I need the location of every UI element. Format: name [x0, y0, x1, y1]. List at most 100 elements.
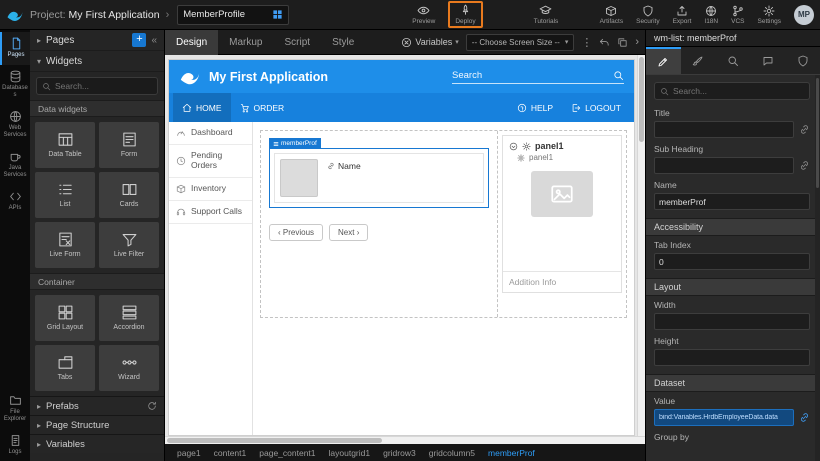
- styles-tab[interactable]: [681, 47, 716, 74]
- sub-heading-input[interactable]: [654, 157, 794, 174]
- panel1-header[interactable]: panel1: [503, 136, 621, 152]
- list-item-template[interactable]: Name: [274, 153, 484, 203]
- breadcrumb-item-gridrow3[interactable]: gridrow3: [383, 448, 416, 458]
- accessibility-section-header[interactable]: Accessibility: [646, 218, 820, 236]
- canvas-vertical-scrollbar[interactable]: [637, 55, 645, 436]
- menu-item-inventory[interactable]: Inventory: [169, 178, 252, 201]
- settings-button[interactable]: Settings: [753, 4, 787, 26]
- rail-item-java-services[interactable]: Java Services: [0, 145, 30, 185]
- breadcrumb-item-memberprof[interactable]: memberProf: [488, 448, 535, 458]
- gear-icon[interactable]: [517, 154, 525, 162]
- copy-icon[interactable]: [617, 37, 628, 48]
- properties-scrollbar[interactable]: [815, 75, 820, 461]
- variables-button[interactable]: Variables ▾: [401, 37, 458, 48]
- image-placeholder[interactable]: [531, 171, 593, 217]
- tab-script[interactable]: Script: [274, 30, 322, 55]
- bind-link-icon[interactable]: [799, 124, 810, 135]
- search-tab[interactable]: [716, 47, 751, 74]
- menu-item-pending-orders[interactable]: Pending Orders: [169, 145, 252, 178]
- properties-tab[interactable]: [646, 47, 681, 74]
- rail-item-file-explorer[interactable]: File Explorer: [0, 389, 30, 429]
- security-button[interactable]: Security: [631, 4, 664, 26]
- page-selector[interactable]: MemberProfile: [177, 5, 289, 25]
- rail-item-web-services[interactable]: Web Services: [0, 105, 30, 145]
- rail-item-databases[interactable]: Databases: [0, 65, 30, 105]
- grid-column-right[interactable]: panel1 panel1: [498, 131, 626, 317]
- widget-tile-accordion[interactable]: Accordion: [99, 295, 159, 341]
- events-tab[interactable]: [750, 47, 785, 74]
- layout-section-header[interactable]: Layout: [646, 278, 820, 296]
- tab-markup[interactable]: Markup: [218, 30, 273, 55]
- list-item-name[interactable]: Name: [327, 161, 361, 171]
- rail-item-logs[interactable]: Logs: [0, 429, 30, 461]
- widgets-section-header[interactable]: ▾ Widgets: [30, 51, 164, 72]
- rail-item-apis[interactable]: APIs: [0, 185, 30, 218]
- widget-tile-grid-layout[interactable]: Grid Layout: [35, 295, 95, 341]
- nav-item-logout[interactable]: LOGOUT: [562, 93, 630, 122]
- height-input[interactable]: [654, 349, 810, 366]
- add-page-button[interactable]: +: [132, 33, 146, 47]
- breadcrumb-item-content1[interactable]: content1: [214, 448, 247, 458]
- breadcrumb-item-layoutgrid1[interactable]: layoutgrid1: [329, 448, 371, 458]
- properties-search-input[interactable]: [673, 86, 804, 96]
- bind-link-icon[interactable]: [799, 412, 810, 423]
- widget-tile-wizard[interactable]: Wizard: [99, 345, 159, 391]
- member-list-widget[interactable]: memberProf Name: [269, 148, 489, 208]
- vcs-button[interactable]: VCS: [726, 4, 749, 26]
- tab-index-input[interactable]: [654, 253, 810, 270]
- variables-section-header[interactable]: ▸ Variables: [30, 434, 164, 453]
- name-input[interactable]: [654, 193, 810, 210]
- widget-tile-live-filter[interactable]: Live Filter: [99, 222, 159, 268]
- widget-tile-form[interactable]: Form: [99, 122, 159, 168]
- more-options-icon[interactable]: ⋮: [581, 36, 592, 49]
- user-avatar[interactable]: MP: [794, 5, 814, 25]
- title-input[interactable]: [654, 121, 794, 138]
- breadcrumb-item-page1[interactable]: page1: [177, 448, 201, 458]
- export-button[interactable]: Export: [668, 4, 697, 26]
- breadcrumb-item-gridcolumn5[interactable]: gridcolumn5: [429, 448, 475, 458]
- rail-item-pages[interactable]: Pages: [0, 32, 30, 65]
- tutorials-button[interactable]: Tutorials: [529, 3, 564, 26]
- widget-tile-cards[interactable]: Cards: [99, 172, 159, 218]
- widget-tile-live-form[interactable]: Live Form: [35, 222, 95, 268]
- page-structure-section-header[interactable]: ▸ Page Structure: [30, 415, 164, 434]
- screen-size-dropdown[interactable]: -- Choose Screen Size -- ▾: [466, 34, 575, 51]
- widget-tile-data-table[interactable]: Data Table: [35, 122, 95, 168]
- widget-tile-list[interactable]: List: [35, 172, 95, 218]
- panel1-widget[interactable]: panel1 panel1: [502, 135, 622, 293]
- width-input[interactable]: [654, 313, 810, 330]
- preview-button[interactable]: Preview: [407, 3, 440, 26]
- menu-item-support-calls[interactable]: Support Calls: [169, 201, 252, 224]
- menu-item-dashboard[interactable]: Dashboard: [169, 122, 252, 145]
- collapse-panel-icon[interactable]: «: [151, 35, 157, 46]
- deploy-button[interactable]: Deploy: [450, 3, 480, 26]
- tab-style[interactable]: Style: [321, 30, 365, 55]
- i18n-button[interactable]: I18N: [699, 4, 723, 26]
- undo-icon[interactable]: [599, 37, 610, 48]
- prefabs-section-header[interactable]: ▸ Prefabs: [30, 396, 164, 415]
- gear-icon[interactable]: [522, 142, 531, 151]
- panel1-subheader[interactable]: panel1: [503, 152, 621, 165]
- nav-item-help[interactable]: HELP: [508, 93, 562, 122]
- dataset-section-header[interactable]: Dataset: [646, 374, 820, 392]
- breadcrumb-item-page-content1[interactable]: page_content1: [259, 448, 315, 458]
- app-search[interactable]: Search: [452, 70, 624, 84]
- security-tab[interactable]: [785, 47, 820, 74]
- widget-search-input[interactable]: [55, 81, 152, 91]
- grid-column-left[interactable]: memberProf Name: [261, 131, 498, 317]
- pages-section-header[interactable]: ▸ Pages + «: [30, 30, 164, 51]
- tab-design[interactable]: Design: [165, 30, 218, 55]
- selected-widget-tag[interactable]: memberProf: [269, 138, 321, 149]
- nav-item-order[interactable]: ORDER: [231, 93, 294, 122]
- refresh-icon[interactable]: [147, 401, 157, 411]
- expand-right-icon[interactable]: ›: [635, 36, 639, 48]
- bind-link-icon[interactable]: [799, 160, 810, 171]
- nav-item-home[interactable]: HOME: [173, 93, 231, 122]
- next-page-button[interactable]: Next ›: [329, 224, 368, 241]
- search-icon[interactable]: [613, 70, 624, 81]
- dataset-value-input[interactable]: [654, 409, 794, 426]
- previous-page-button[interactable]: ‹ Previous: [269, 224, 323, 241]
- widget-tile-tabs[interactable]: Tabs: [35, 345, 95, 391]
- artifacts-button[interactable]: Artifacts: [595, 4, 628, 26]
- canvas-horizontal-scrollbar[interactable]: [165, 436, 645, 444]
